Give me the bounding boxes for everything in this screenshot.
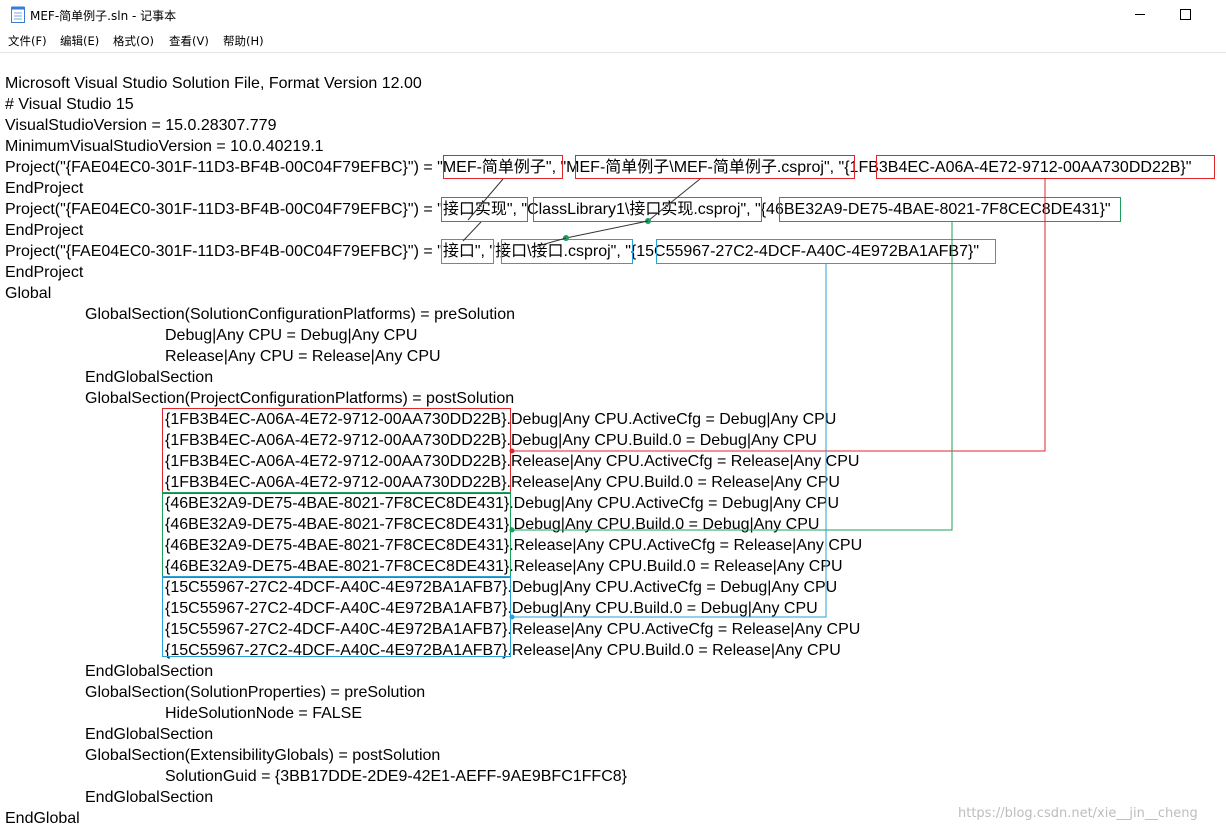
editor-line: SolutionGuid = {3BB17DDE-2DE9-42E1-AEFF-…: [165, 768, 627, 785]
editor-line: EndGlobalSection: [85, 369, 214, 386]
editor-line: GlobalSection(SolutionProperties) = preS…: [85, 684, 426, 701]
editor-line: Global: [5, 285, 52, 302]
highlight-project1-config: [162, 408, 511, 494]
editor-line: VisualStudioVersion = 15.0.28307.779: [5, 117, 277, 134]
highlight-project3-path: [501, 239, 633, 264]
minimize-icon: [1135, 14, 1145, 15]
highlight-project1-name: [443, 155, 563, 179]
menu-view[interactable]: 查看(V): [169, 33, 209, 49]
editor-line: EndGlobal: [5, 810, 80, 827]
editor-line: EndGlobalSection: [85, 663, 214, 680]
window-title: MEF-简单例子.sln - 记事本: [30, 9, 177, 23]
highlight-project2-name: [441, 197, 528, 222]
highlight-project2-guid: [779, 197, 1121, 222]
editor-line: EndProject: [5, 264, 84, 281]
highlight-project2-config: [162, 492, 511, 578]
highlight-project3-config: [162, 576, 511, 657]
editor-line: HideSolutionNode = FALSE: [165, 705, 363, 722]
notepad-icon: [11, 6, 25, 23]
editor-line: EndProject: [5, 222, 84, 239]
minimize-button[interactable]: [1117, 0, 1163, 30]
menu-edit[interactable]: 编辑(E): [60, 33, 99, 49]
highlight-project3-name: [441, 239, 494, 264]
maximize-button[interactable]: [1163, 0, 1209, 30]
maximize-icon: [1180, 9, 1191, 20]
editor-line: GlobalSection(ProjectConfigurationPlatfo…: [85, 390, 515, 407]
menu-format[interactable]: 格式(O): [113, 33, 154, 49]
watermark: https://blog.csdn.net/xie__jin__cheng: [958, 806, 1198, 821]
highlight-project1-guid: [876, 155, 1215, 179]
editor-line: Debug|Any CPU = Debug|Any CPU: [165, 327, 418, 344]
editor-line: EndGlobalSection: [85, 726, 214, 743]
editor-line: EndProject: [5, 180, 84, 197]
menu-bar: 文件(F) 编辑(E) 格式(O) 查看(V) 帮助(H): [0, 30, 1226, 50]
editor-line: GlobalSection(ExtensibilityGlobals) = po…: [85, 747, 441, 764]
editor-line: # Visual Studio 15: [5, 96, 134, 113]
highlight-project3-guid: [656, 239, 996, 264]
title-bar: MEF-简单例子.sln - 记事本: [0, 0, 1226, 30]
editor-line: EndGlobalSection: [85, 789, 214, 806]
highlight-project2-path: [533, 197, 762, 222]
editor-line: GlobalSection(SolutionConfigurationPlatf…: [85, 306, 516, 323]
menu-help[interactable]: 帮助(H): [223, 33, 264, 49]
editor-line: MinimumVisualStudioVersion = 10.0.40219.…: [5, 138, 324, 155]
menu-file[interactable]: 文件(F): [8, 33, 47, 49]
highlight-project1-path: [575, 155, 855, 179]
editor-line: Release|Any CPU = Release|Any CPU: [165, 348, 441, 365]
editor-line: Microsoft Visual Studio Solution File, F…: [5, 75, 422, 92]
